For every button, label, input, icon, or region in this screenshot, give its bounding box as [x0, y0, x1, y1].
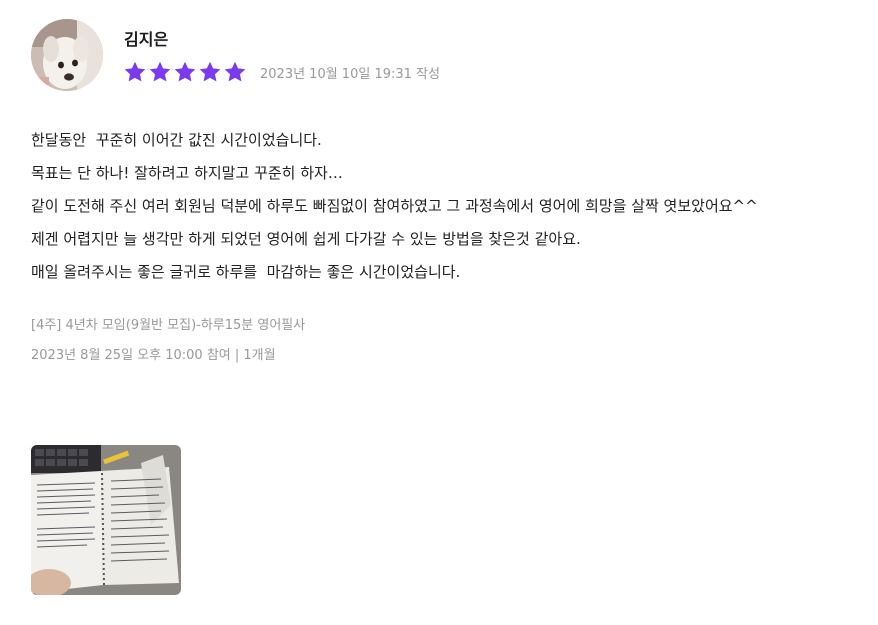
review-text-line: 목표는 단 하나! 잘하려고 하지말고 꾸준히 하자…	[31, 164, 343, 182]
review-body: 한달동안 꾸준히 이어간 값진 시간이었습니다. 목표는 단 하나! 잘하려고 하…	[31, 124, 861, 289]
review-text-line: 같이 도전해 주신 여러 회원님 덕분에 하루도 빠짐없이 참여하였고 그 과정…	[31, 197, 758, 215]
notebook-photo-image	[31, 445, 181, 595]
star-icon	[199, 61, 221, 82]
review-card: 김지은 2023년 10월 10일 19:31 작성 한달동안 꾸준히 이어간 …	[0, 0, 878, 625]
program-title[interactable]: [4주] 4년차 모임(9월반 모집)-하루15분 영어필사	[31, 314, 305, 333]
star-icon	[149, 61, 171, 82]
review-photo[interactable]	[31, 445, 181, 595]
star-icon	[124, 61, 146, 82]
star-icon	[174, 61, 196, 82]
author-name: 김지은	[124, 30, 169, 49]
review-text-line: 매일 올려주시는 좋은 글귀로 하루를 마감하는 좋은 시간이었습니다.	[31, 263, 461, 281]
rating-stars	[123, 60, 247, 84]
avatar	[31, 19, 103, 91]
review-text-line: 한달동안 꾸준히 이어간 값진 시간이었습니다.	[31, 131, 322, 149]
review-date: 2023년 10월 10일 19:31 작성	[260, 67, 440, 82]
participation-info: 2023년 8월 25일 오후 10:00 참여 | 1개월	[31, 348, 276, 363]
dog-avatar-image	[31, 19, 103, 91]
star-icon	[224, 61, 246, 82]
review-text-line: 제겐 어렵지만 늘 생각만 하게 되었던 영어에 쉽게 다가갈 수 있는 방법을…	[31, 230, 581, 248]
